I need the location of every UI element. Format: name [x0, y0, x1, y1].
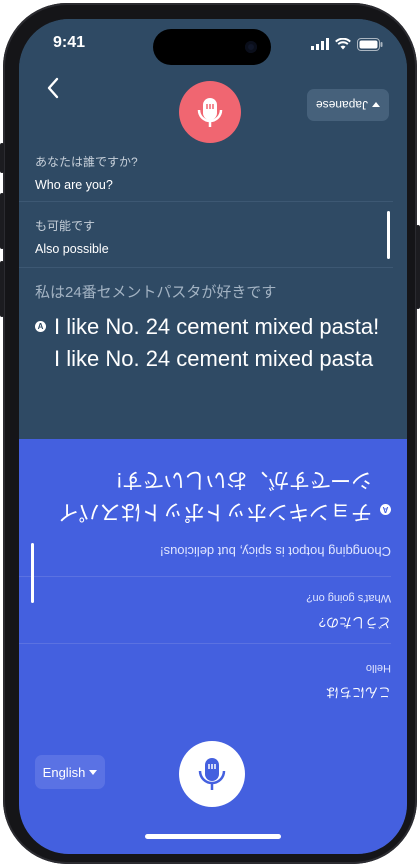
home-indicator[interactable] — [145, 834, 281, 839]
mic-button-active[interactable] — [179, 81, 241, 143]
screen: 9:41 Japanese あなたは誰ですか? Who are you? も可能… — [19, 19, 407, 854]
signal-icon — [311, 38, 329, 50]
camera-icon — [245, 41, 257, 53]
current-translation: I like No. 24 cement mixed pasta! I like… — [54, 314, 380, 371]
side-button — [0, 193, 4, 249]
side-button — [0, 261, 4, 317]
language-select-english[interactable]: English — [35, 755, 105, 789]
speaker-a-badge: A — [35, 321, 46, 332]
dropdown-caret-icon — [372, 102, 381, 108]
history-source: あなたは誰ですか? — [35, 155, 138, 169]
scrollbar[interactable] — [387, 211, 390, 259]
history-translation: Hello — [365, 662, 391, 674]
history-translation: Who are you? — [35, 178, 113, 192]
history-source: も可能です — [35, 219, 96, 233]
current-translation: Chongqing hotpot is spicy, but delicious… — [159, 544, 391, 559]
mic-button[interactable] — [179, 741, 245, 807]
battery-icon — [357, 37, 383, 51]
speaker-a-badge: A — [380, 504, 391, 515]
divider — [19, 201, 393, 202]
history-item: どうしたの? What's going on? — [35, 592, 391, 633]
wifi-icon — [335, 38, 351, 50]
microphone-icon — [197, 98, 223, 127]
history-translation: What's going on? — [306, 592, 391, 604]
dropdown-caret-icon — [89, 769, 98, 775]
history-source: こんにちは — [325, 685, 391, 700]
divider — [19, 576, 391, 577]
bottom-panel-rotated-content: こんにちは Hello どうしたの? What's going on? Chon… — [19, 439, 407, 739]
current-source: チョンキンホットポットはスパイシーですが、おいしいです! — [57, 468, 372, 523]
microphone-icon — [198, 758, 226, 790]
top-panel: 9:41 Japanese あなたは誰ですか? Who are you? も可能… — [19, 19, 407, 439]
divider — [19, 267, 393, 268]
side-button — [0, 143, 4, 173]
language-select-japanese[interactable]: Japanese — [307, 89, 389, 121]
dynamic-island — [153, 29, 271, 65]
divider — [19, 643, 391, 644]
status-icons — [311, 37, 383, 51]
status-time: 9:41 — [53, 34, 86, 51]
history-item: こんにちは Hello — [35, 662, 391, 703]
language-label: Japanese — [315, 98, 369, 112]
history-translation: Also possible — [35, 242, 109, 256]
current-source: 私は24番セメントパスタが好きです — [35, 284, 277, 301]
history-source: どうしたの? — [318, 615, 391, 630]
phone-frame: 9:41 Japanese あなたは誰ですか? Who are you? も可能… — [0, 3, 420, 864]
side-button — [416, 225, 420, 309]
history-item: あなたは誰ですか? Who are you? — [35, 153, 391, 192]
language-label: English — [42, 764, 86, 780]
history-item: も可能です Also possible — [35, 217, 391, 256]
scrollbar[interactable] — [31, 543, 34, 603]
back-chevron-icon[interactable] — [41, 75, 67, 101]
